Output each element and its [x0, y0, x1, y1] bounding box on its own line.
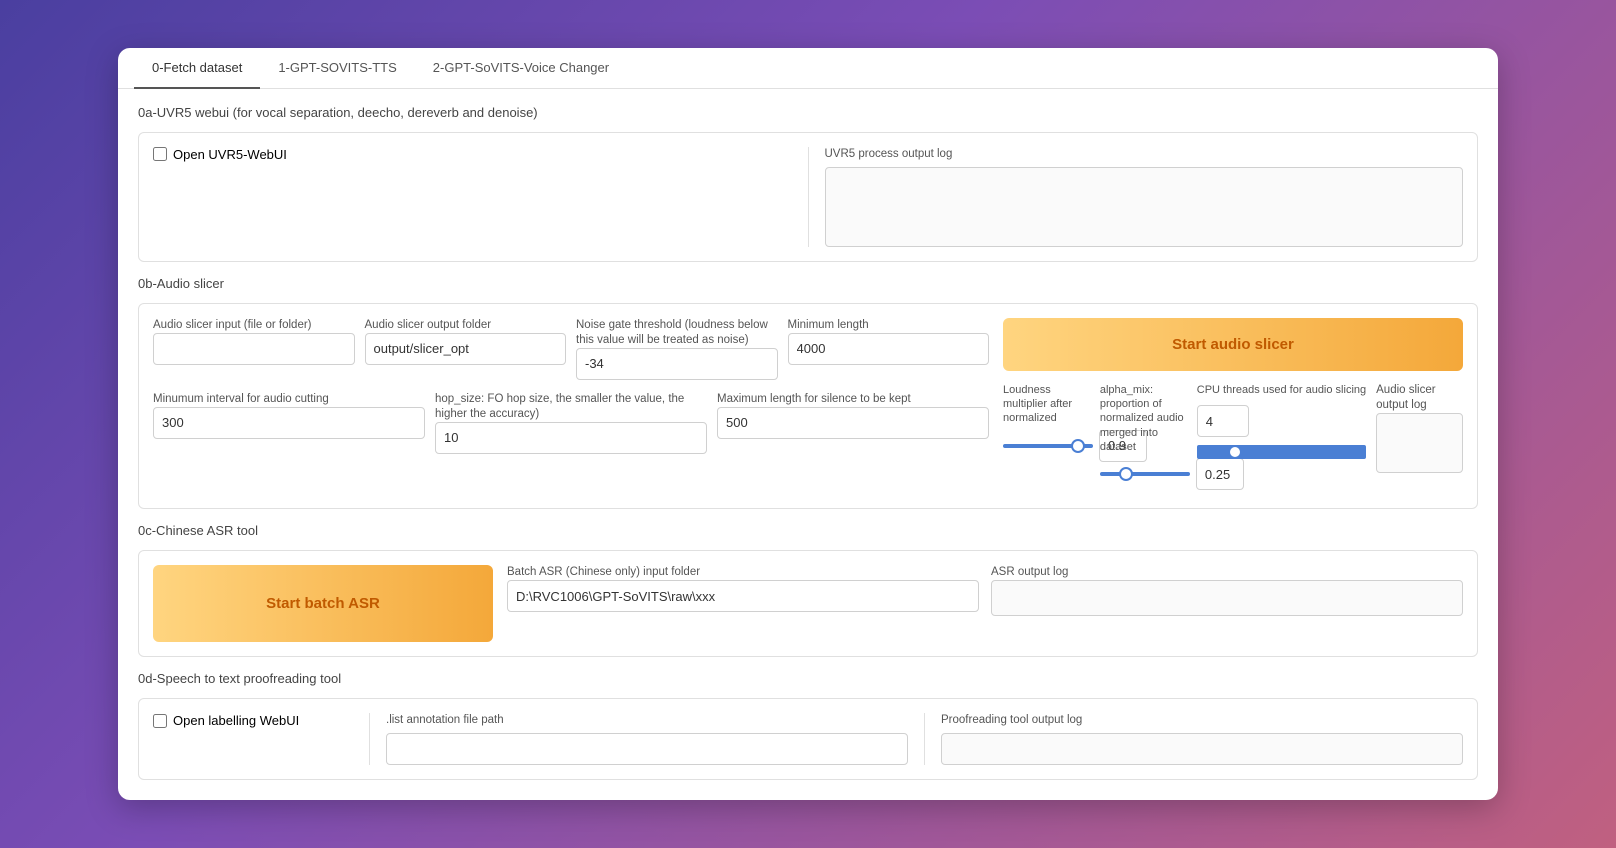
asr-log-group: ASR output log — [991, 565, 1463, 616]
loudness-slider[interactable] — [1003, 444, 1093, 448]
asr-input-label: Batch ASR (Chinese only) input folder — [507, 565, 979, 580]
sliders-area: Loudness multiplier after normalized alp… — [1003, 383, 1463, 494]
cpu-threads-group: CPU threads used for audio slicing — [1197, 383, 1366, 459]
cpu-threads-label: CPU threads used for audio slicing — [1197, 383, 1366, 397]
start-audio-slicer-button[interactable]: Start audio slicer — [1003, 318, 1463, 371]
annotation-input[interactable] — [386, 733, 908, 765]
alpha-label: alpha_mix: proportion of normalized audi… — [1100, 383, 1187, 454]
slicer-input-field[interactable] — [153, 333, 355, 365]
loudness-group: Loudness multiplier after normalized — [1003, 383, 1090, 466]
slicer-minlen-group: Minimum length — [788, 318, 990, 380]
uvr5-left: Open UVR5-WebUI — [153, 147, 792, 247]
open-labelling-checkbox[interactable] — [153, 714, 167, 728]
slicer-noise-group: Noise gate threshold (loudness below thi… — [576, 318, 778, 380]
slicer-hop-field[interactable] — [435, 422, 707, 454]
slicer-hop-label: hop_size: FO hop size, the smaller the v… — [435, 392, 707, 422]
open-uvr5-label: Open UVR5-WebUI — [173, 147, 287, 162]
speech-left: Open labelling WebUI — [153, 713, 353, 728]
main-content: 0a-UVR5 webui (for vocal separation, dee… — [118, 89, 1498, 800]
slicer-log-box — [1376, 413, 1463, 473]
alpha-group: alpha_mix: proportion of normalized audi… — [1100, 383, 1187, 494]
speech-section-title: 0d-Speech to text proofreading tool — [138, 671, 1478, 686]
annotation-label: .list annotation file path — [386, 713, 908, 728]
slicer-mininterval-field[interactable] — [153, 407, 425, 439]
slicer-maxsilence-label: Maximum length for silence to be kept — [717, 392, 989, 407]
asr-panel: Start batch ASR Batch ASR (Chinese only)… — [138, 550, 1478, 657]
open-uvr5-checkbox[interactable] — [153, 147, 167, 161]
open-labelling-label: Open labelling WebUI — [173, 713, 299, 728]
tab-voice-changer[interactable]: 2-GPT-SoVITS-Voice Changer — [415, 48, 627, 89]
uvr5-panel: Open UVR5-WebUI UVR5 process output log — [138, 132, 1478, 262]
slicer-input-group: Audio slicer input (file or folder) — [153, 318, 355, 380]
slicer-fields: Audio slicer input (file or folder) Audi… — [153, 318, 989, 494]
tab-gpt-sovits-tts[interactable]: 1-GPT-SOVITS-TTS — [260, 48, 414, 89]
slicer-output-group: Audio slicer output folder — [365, 318, 567, 380]
alpha-value-input[interactable] — [1196, 458, 1244, 490]
slicer-noise-field[interactable] — [576, 348, 778, 380]
slicer-mininterval-label: Minumum interval for audio cutting — [153, 392, 425, 407]
uvr5-log-box — [825, 167, 1464, 247]
slicer-hop-group: hop_size: FO hop size, the smaller the v… — [435, 392, 707, 454]
slicer-right: Start audio slicer Loudness multiplier a… — [1003, 318, 1463, 494]
loudness-slider-row — [1003, 430, 1090, 462]
open-uvr5-group: Open UVR5-WebUI — [153, 147, 792, 162]
asr-log-label: ASR output log — [991, 565, 1463, 580]
slicer-maxsilence-field[interactable] — [717, 407, 989, 439]
uvr5-right: UVR5 process output log — [825, 147, 1464, 247]
slicer-mininterval-group: Minumum interval for audio cutting — [153, 392, 425, 454]
proofreading-log-group: Proofreading tool output log — [941, 713, 1463, 765]
annotation-group: .list annotation file path — [386, 713, 908, 765]
asr-input-field[interactable] — [507, 580, 979, 612]
speech-mid: .list annotation file path — [386, 713, 908, 765]
audio-slicer-section-title: 0b-Audio slicer — [138, 276, 1478, 291]
speech-panel: Open labelling WebUI .list annotation fi… — [138, 698, 1478, 780]
asr-section-title: 0c-Chinese ASR tool — [138, 523, 1478, 538]
slicer-log-group: Audio slicer output log — [1376, 383, 1463, 473]
main-window: 0-Fetch dataset 1-GPT-SOVITS-TTS 2-GPT-S… — [118, 48, 1498, 800]
slicer-minlen-label: Minimum length — [788, 318, 990, 333]
alpha-slider[interactable] — [1100, 472, 1190, 476]
slicer-maxsilence-group: Maximum length for silence to be kept — [717, 392, 989, 454]
slicer-log-label: Audio slicer output log — [1376, 383, 1463, 413]
uvr5-divider — [808, 147, 809, 247]
speech-divider-2 — [924, 713, 925, 765]
cpu-threads-slider[interactable] — [1197, 445, 1366, 459]
slicer-minlen-field[interactable] — [788, 333, 990, 365]
uvr5-section-title: 0a-UVR5 webui (for vocal separation, dee… — [138, 105, 1478, 120]
asr-btn-wrap: Start batch ASR — [153, 565, 493, 642]
start-batch-asr-button[interactable]: Start batch ASR — [153, 565, 493, 642]
slicer-input-label: Audio slicer input (file or folder) — [153, 318, 355, 333]
open-labelling-group: Open labelling WebUI — [153, 713, 353, 728]
proofreading-log-label: Proofreading tool output log — [941, 713, 1463, 728]
asr-input-group: Batch ASR (Chinese only) input folder — [507, 565, 979, 616]
slicer-row-2: Minumum interval for audio cutting hop_s… — [153, 392, 989, 454]
uvr5-log-label: UVR5 process output log — [825, 147, 1464, 162]
alpha-slider-row — [1100, 458, 1187, 490]
loudness-label: Loudness multiplier after normalized — [1003, 383, 1090, 426]
audio-slicer-panel: Audio slicer input (file or folder) Audi… — [138, 303, 1478, 509]
proofreading-log-box — [941, 733, 1463, 765]
speech-right: Proofreading tool output log — [941, 713, 1463, 765]
speech-divider-1 — [369, 713, 370, 765]
tab-bar: 0-Fetch dataset 1-GPT-SOVITS-TTS 2-GPT-S… — [118, 48, 1498, 89]
asr-log-box — [991, 580, 1463, 616]
slicer-noise-label: Noise gate threshold (loudness below thi… — [576, 318, 778, 348]
slicer-row-1: Audio slicer input (file or folder) Audi… — [153, 318, 989, 380]
cpu-threads-input[interactable] — [1197, 405, 1249, 437]
slicer-output-label: Audio slicer output folder — [365, 318, 567, 333]
uvr5-log-group: UVR5 process output log — [825, 147, 1464, 247]
slicer-output-field[interactable] — [365, 333, 567, 365]
tab-fetch-dataset[interactable]: 0-Fetch dataset — [134, 48, 260, 89]
asr-right: Batch ASR (Chinese only) input folder AS… — [507, 565, 1463, 616]
